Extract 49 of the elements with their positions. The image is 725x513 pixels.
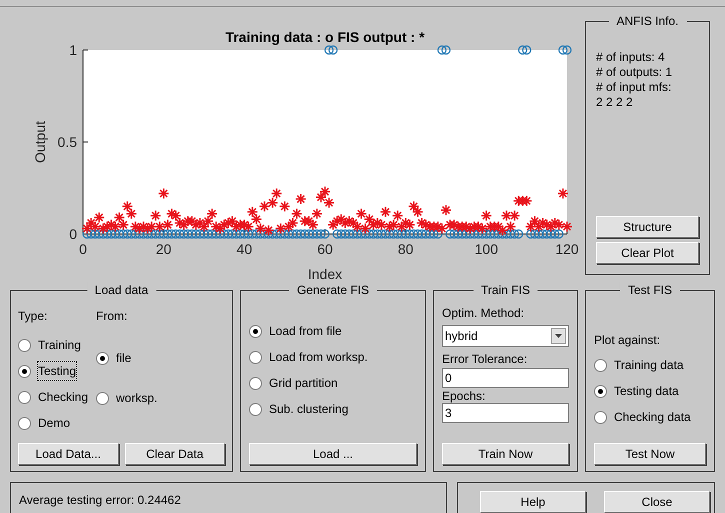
radio-label: Testing data bbox=[614, 383, 679, 400]
push-button[interactable]: Close bbox=[604, 491, 710, 513]
radio-label: Load from worksp. bbox=[269, 349, 368, 366]
push-button[interactable]: Test Now bbox=[594, 443, 706, 465]
x-tick-label: 120 bbox=[555, 241, 579, 257]
info-text: # of outputs: 1 bbox=[596, 65, 674, 80]
x-tick-label: 0 bbox=[79, 241, 87, 257]
chart-title: Training data : o FIS output : * bbox=[225, 29, 425, 45]
y-tick-label: 0 bbox=[69, 226, 77, 242]
y-axis-label: Output bbox=[32, 120, 48, 164]
x-tick-label: 60 bbox=[317, 241, 333, 257]
info-text: 2 2 2 2 bbox=[596, 95, 634, 110]
method-label: Optim. Method: bbox=[442, 305, 526, 322]
method-dropdown[interactable]: hybrid bbox=[442, 325, 569, 347]
radio-label: Testing bbox=[38, 362, 76, 380]
radio-label: worksp. bbox=[116, 390, 158, 407]
x-tick-label: 40 bbox=[236, 241, 252, 257]
radio-label: Training data bbox=[614, 357, 684, 374]
epochs-label: Epochs: bbox=[442, 390, 486, 403]
x-tick-label: 20 bbox=[156, 241, 172, 257]
x-axis-label: Index bbox=[308, 266, 342, 282]
radio-label: Sub. clustering bbox=[269, 401, 348, 418]
status-bar: Average testing error: 0.24462 bbox=[10, 482, 447, 513]
push-button[interactable]: Load Data... bbox=[18, 443, 118, 465]
radio-label: Checking data bbox=[614, 409, 691, 426]
radio-label: Grid partition bbox=[269, 375, 338, 392]
push-button[interactable]: Structure bbox=[596, 216, 699, 238]
radio-label: Demo bbox=[38, 415, 70, 432]
radio-label: Training bbox=[38, 337, 81, 354]
x-tick-label: 80 bbox=[398, 241, 414, 257]
push-button[interactable]: Train Now bbox=[442, 443, 569, 465]
push-button[interactable]: Load ... bbox=[249, 443, 417, 465]
y-tick-label: 0.5 bbox=[58, 134, 77, 150]
radio-label: file bbox=[116, 350, 132, 367]
info-text: # of inputs: 4 bbox=[596, 50, 666, 65]
y-tick-label: 1 bbox=[69, 42, 77, 58]
type-label: Type: bbox=[18, 308, 48, 325]
tolerance-label: Error Tolerance: bbox=[442, 351, 528, 368]
from-label: From: bbox=[96, 308, 128, 325]
push-button[interactable]: Clear Plot bbox=[596, 242, 699, 264]
radio-label: Checking bbox=[38, 389, 88, 406]
tolerance-field[interactable]: 0 bbox=[442, 368, 569, 388]
push-button[interactable]: Clear Data bbox=[124, 443, 225, 465]
radio-label: Load from file bbox=[269, 323, 342, 340]
epochs-field[interactable]: 3 bbox=[442, 403, 569, 423]
info-text: # of input mfs: bbox=[596, 80, 672, 95]
plot-against-label: Plot against: bbox=[594, 332, 662, 349]
push-button[interactable]: Help bbox=[480, 491, 586, 513]
x-tick-label: 100 bbox=[474, 241, 498, 257]
